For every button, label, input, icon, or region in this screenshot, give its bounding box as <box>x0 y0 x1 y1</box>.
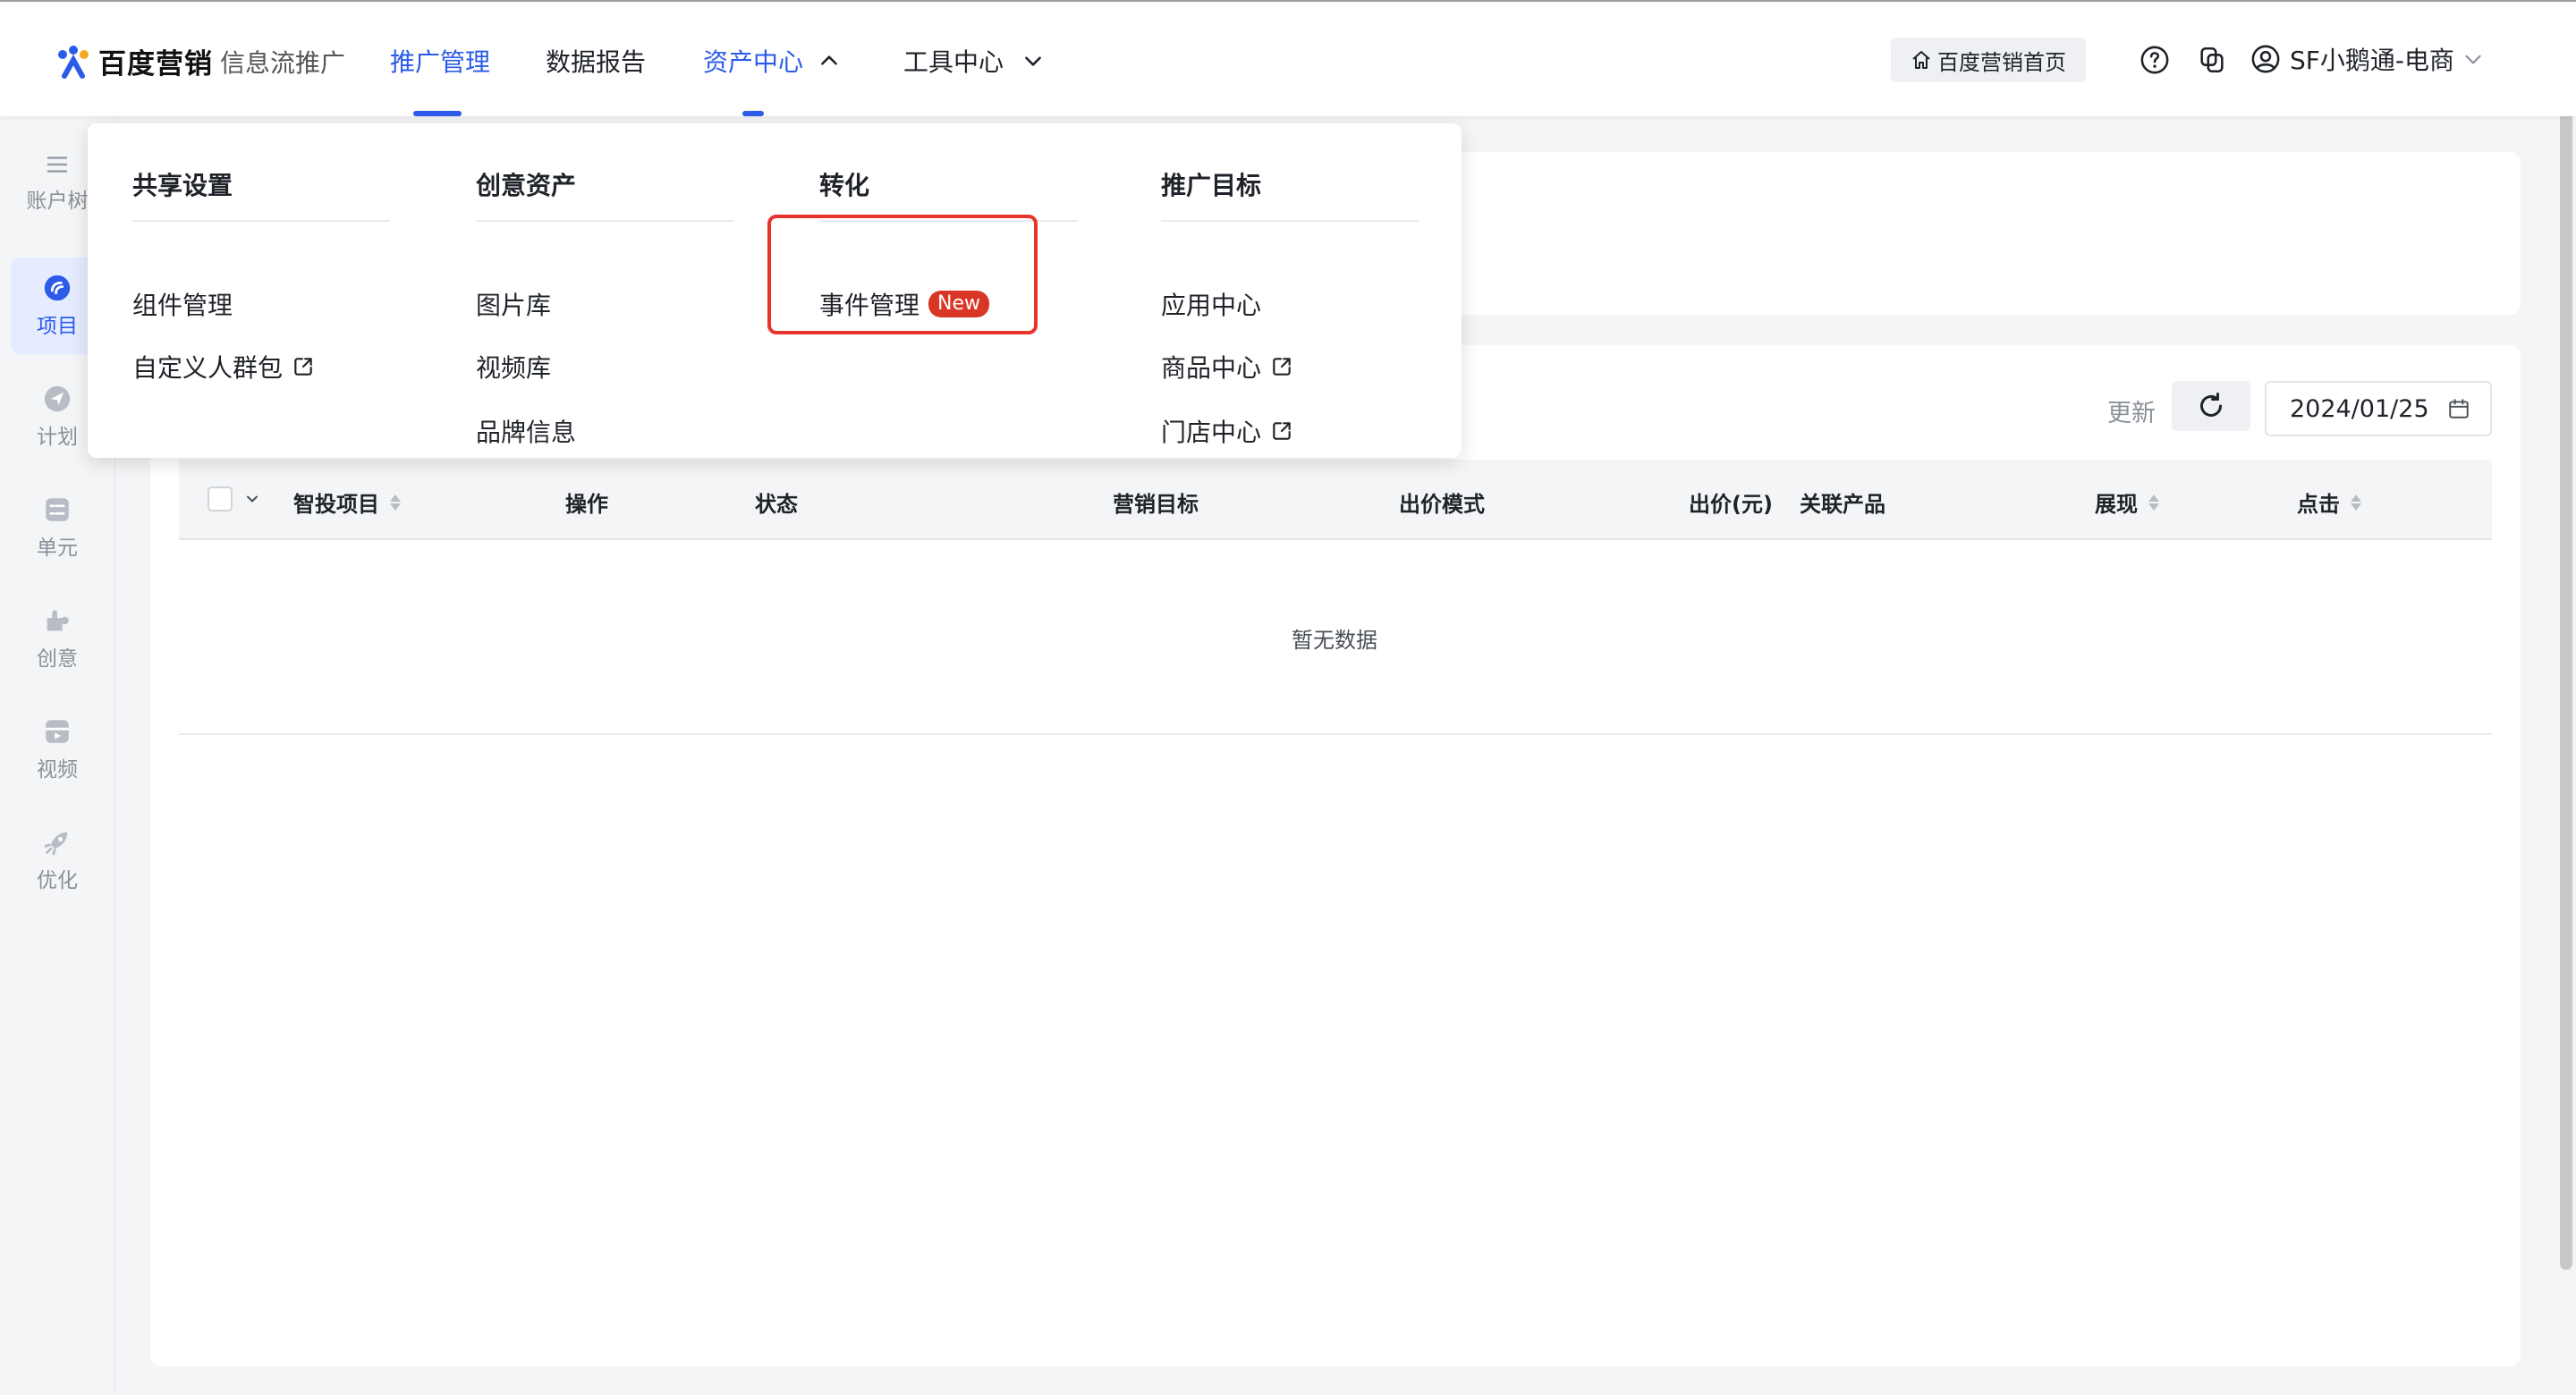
creative-icon <box>47 610 69 631</box>
sort-icon <box>2349 494 2363 512</box>
menu-item-component-management[interactable]: 组件管理 <box>132 286 233 322</box>
sidebar-label: 创意 <box>37 647 78 671</box>
link-switch-icon[interactable] <box>2197 45 2227 75</box>
baidu-marketing-logo[interactable]: 百度营销 信息流推广 <box>55 41 345 81</box>
sidebar-item-video[interactable]: 视频 <box>11 701 104 798</box>
dropdown-divider <box>132 220 390 222</box>
column-header-impressions[interactable]: 展现 <box>2095 486 2161 518</box>
sidebar-label: 账户树 <box>26 190 89 213</box>
sidebar-item-optimize[interactable]: 优化 <box>11 812 104 909</box>
nav-active-underline <box>413 111 462 116</box>
date-picker[interactable]: 2024/01/25 <box>2265 381 2492 436</box>
dropdown-section-title: 转化 <box>819 171 870 200</box>
dropdown-column-shared-settings: 共享设置 组件管理 自定义人群包 <box>132 166 390 383</box>
nav-tool-center-label: 工具中心 <box>903 47 1004 77</box>
dropdown-section-title: 创意资产 <box>476 171 577 200</box>
home-button-label: 百度营销首页 <box>1937 49 2066 75</box>
unit-icon <box>46 498 69 521</box>
nav-promotion-management[interactable]: 推广管理 <box>390 43 490 79</box>
menu-item-product-center[interactable]: 商品中心 <box>1161 349 1293 385</box>
sidebar-label: 优化 <box>37 869 78 892</box>
dropdown-column-conversion: 转化 事件管理 New <box>819 166 1077 320</box>
dropdown-divider <box>476 220 733 222</box>
nav-tool-center[interactable]: 工具中心 <box>903 43 1045 79</box>
menu-item-video-library[interactable]: 视频库 <box>476 349 551 385</box>
date-value: 2024/01/25 <box>2290 394 2429 423</box>
user-avatar-icon <box>2251 45 2280 73</box>
menu-item-store-center[interactable]: 门店中心 <box>1161 413 1293 449</box>
sort-icon <box>2147 494 2161 512</box>
dropdown-column-promotion-target: 推广目标 应用中心 商品中心 门店中心 <box>1161 166 1419 447</box>
baidu-marketing-home-button[interactable]: 百度营销首页 <box>1891 38 2086 82</box>
chevron-down-icon[interactable] <box>243 490 261 508</box>
home-icon <box>1912 51 1930 69</box>
dropdown-column-creative-assets: 创意资产 图片库 视频库 品牌信息 <box>476 166 733 447</box>
page-scrollbar[interactable] <box>2560 0 2572 1270</box>
dropdown-section-title: 共享设置 <box>132 171 233 200</box>
column-header-bid-price: 出价(元) <box>1689 492 1773 517</box>
chevron-up-icon <box>821 55 837 65</box>
sidebar-label: 计划 <box>37 426 78 449</box>
sidebar-label: 项目 <box>37 315 78 338</box>
product-name: 信息流推广 <box>220 47 346 78</box>
column-header-clicks[interactable]: 点击 <box>2297 486 2363 518</box>
menu-item-image-library[interactable]: 图片库 <box>476 286 551 322</box>
column-header-project[interactable]: 智投项目 <box>293 486 402 518</box>
event-management-highlight <box>767 215 1038 334</box>
column-header-operation: 操作 <box>565 492 608 517</box>
project-icon <box>44 275 71 301</box>
nav-asset-underline <box>742 111 764 116</box>
sort-icon <box>388 494 402 512</box>
calendar-icon <box>2449 399 2469 418</box>
menu-icon <box>47 156 68 173</box>
external-link-icon <box>1273 358 1291 376</box>
menu-item-app-center[interactable]: 应用中心 <box>1161 286 1261 322</box>
user-account-menu[interactable]: SF小鹅通-电商 <box>2250 41 2485 77</box>
menu-item-custom-audience[interactable]: 自定义人群包 <box>132 349 315 385</box>
nav-asset-center-label: 资产中心 <box>703 47 804 77</box>
table-divider <box>179 733 2492 735</box>
chevron-down-icon <box>2465 55 2481 64</box>
nav-asset-center[interactable]: 资产中心 <box>703 43 841 79</box>
column-header-marketing-goal: 营销目标 <box>1113 492 1199 517</box>
refresh-icon <box>2200 393 2222 417</box>
sidebar-label: 单元 <box>37 537 78 560</box>
top-navigation-bar: 百度营销 信息流推广 推广管理 数据报告 资产中心 工具中心 百度营销首页 SF… <box>0 0 2576 116</box>
chevron-down-icon <box>1025 56 1041 66</box>
refresh-label: 更新 <box>2107 400 2156 427</box>
column-header-status: 状态 <box>755 492 798 517</box>
video-icon <box>46 720 69 743</box>
rocket-icon <box>44 832 68 856</box>
column-header-related-product: 关联产品 <box>1800 492 1885 517</box>
table-empty-message: 暂无数据 <box>1292 628 1377 653</box>
column-header-bid-mode: 出价模式 <box>1399 492 1485 517</box>
plan-icon <box>44 385 71 412</box>
sidebar-label: 视频 <box>37 758 78 782</box>
menu-item-brand-info[interactable]: 品牌信息 <box>476 413 576 449</box>
baidu-logo-icon <box>58 45 89 79</box>
refresh-button[interactable] <box>2172 381 2250 431</box>
external-link-icon <box>1273 422 1291 440</box>
sidebar-item-unit[interactable]: 单元 <box>11 479 104 576</box>
external-link-icon <box>294 358 312 376</box>
select-all-checkbox[interactable] <box>208 486 233 512</box>
sidebar-item-creative[interactable]: 创意 <box>11 590 104 687</box>
help-icon[interactable] <box>2140 45 2170 75</box>
user-name: SF小鹅通-电商 <box>2290 46 2454 75</box>
brand-name: 百度营销 <box>98 48 213 80</box>
table-header: 智投项目 操作 状态 营销目标 出价模式 出价(元) 关联产品 展现 点击 <box>179 460 2492 540</box>
dropdown-section-title: 推广目标 <box>1161 171 1262 200</box>
nav-data-report[interactable]: 数据报告 <box>546 43 646 79</box>
dropdown-divider <box>1161 220 1419 222</box>
